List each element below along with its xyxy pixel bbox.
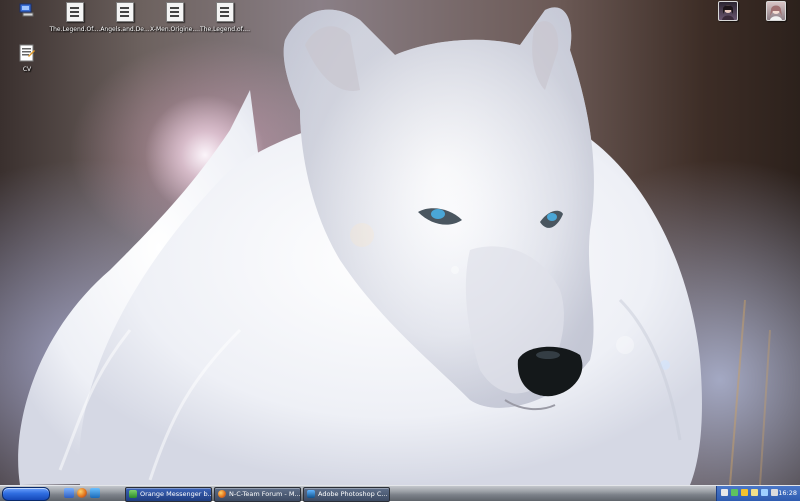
desktop-icon-legend-of-1[interactable]: The.Legend.Of.... [48, 2, 102, 33]
firefox-icon[interactable] [77, 488, 87, 498]
media-icon[interactable] [90, 488, 100, 498]
volume-icon[interactable] [771, 489, 778, 496]
document-icon [66, 2, 84, 22]
avatar-girl-icon[interactable] [718, 1, 738, 21]
avatar-doll-icon[interactable] [766, 1, 786, 21]
task-orange-messenger[interactable]: Orange Messenger b... [125, 487, 212, 502]
messenger-icon [129, 490, 137, 498]
document-icon [166, 2, 184, 22]
firefox-icon [218, 490, 226, 498]
shield-tray-icon[interactable] [741, 489, 748, 496]
desktop-icon-label: The.Legend.Of.... [49, 26, 101, 33]
show-desktop-icon[interactable] [64, 488, 74, 498]
desktop-icon-my-computer[interactable] [0, 2, 54, 20]
desktop-icon-legend-of-2[interactable]: The.Legend.of.... [198, 2, 252, 33]
my-computer-icon [19, 2, 35, 17]
document-icon [116, 2, 134, 22]
white-wolf-wallpaper [18, 7, 771, 485]
task-label: Adobe Photoshop C... [318, 490, 388, 498]
desktop-wallpaper [0, 0, 800, 485]
photoshop-icon [307, 490, 315, 498]
desktop-icon-label: Angels.and.De... [100, 26, 150, 33]
start-button[interactable] [2, 487, 50, 501]
folder-tray-icon[interactable] [751, 489, 758, 496]
desktop-icon-cv[interactable]: CV [0, 44, 54, 73]
desktop-icon-x-men-origins[interactable]: X-Men.Origine.... [148, 2, 202, 33]
task-label: Orange Messenger b... [140, 490, 212, 498]
taskbar: Orange Messenger b... N-C-Team Forum - M… [0, 485, 800, 502]
text-document-icon [19, 44, 35, 62]
desktop-icon-label: The.Legend.of.... [200, 26, 250, 33]
desktop-icon-angels-and-demons[interactable]: Angels.and.De... [98, 2, 152, 33]
task-label: N-C-Team Forum - M... [229, 490, 301, 498]
system-tray: 16:28 [716, 486, 800, 501]
messenger-tray-icon[interactable] [731, 489, 738, 496]
network-icon[interactable] [721, 489, 728, 496]
task-forum-browser[interactable]: N-C-Team Forum - M... [214, 487, 301, 502]
desktop-icon-label: X-Men.Origine.... [149, 26, 200, 33]
clock[interactable]: 16:28 [778, 489, 797, 498]
document-icon [216, 2, 234, 22]
desktop-icon-label: CV [22, 66, 32, 73]
task-photoshop[interactable]: Adobe Photoshop C... [303, 487, 390, 502]
sync-tray-icon[interactable] [761, 489, 768, 496]
